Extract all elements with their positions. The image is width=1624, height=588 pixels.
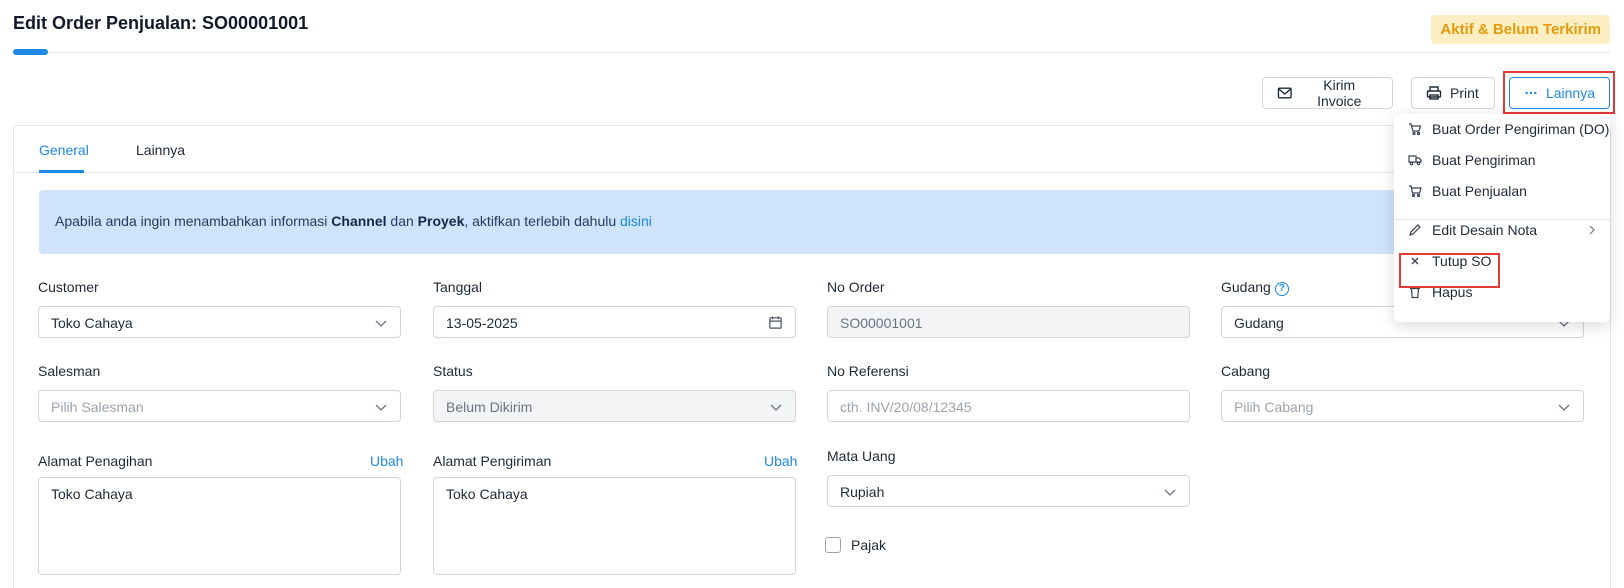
calendar-icon [769, 316, 782, 329]
no-order-label: No Order [827, 279, 885, 295]
info-text-suffix: , aktifkan terlebih dahulu [464, 213, 621, 229]
mata-uang-select[interactable]: Rupiah [827, 475, 1190, 507]
alamat-pengiriman-label: Alamat Pengiriman [433, 453, 552, 469]
lainnya-highlight-box [1503, 71, 1615, 114]
lainnya-dropdown-menu: Buat Order Pengiriman (DO) Buat Pengirim… [1394, 114, 1610, 322]
gudang-label-text: Gudang [1221, 279, 1271, 295]
active-tab-underline [39, 170, 84, 173]
chevron-down-icon [375, 404, 387, 411]
truck-cart-icon [1409, 123, 1422, 136]
pajak-label: Pajak [851, 537, 887, 553]
tanggal-label: Tanggal [433, 279, 483, 295]
no-referensi-input[interactable]: cth. INV/20/08/12345 [827, 390, 1190, 422]
menu-item-buat-pengiriman[interactable]: Buat Pengiriman [1394, 145, 1610, 175]
title-divider [13, 52, 1610, 53]
tab-bar: General Lainnya [14, 126, 1610, 173]
menu-item-buat-order-pengiriman[interactable]: Buat Order Pengiriman (DO) [1394, 114, 1610, 144]
ubah-pengiriman-link[interactable]: Ubah [764, 453, 797, 469]
tab-lainnya[interactable]: Lainnya [136, 142, 185, 158]
status-label: Status [433, 363, 473, 379]
alamat-pengiriman-value: Toko Cahaya [446, 486, 528, 502]
no-order-value: SO00001001 [840, 315, 923, 331]
customer-select[interactable]: Toko Cahaya [38, 306, 401, 338]
chevron-down-icon [1558, 404, 1570, 411]
tanggal-date-input[interactable]: 13-05-2025 [433, 306, 796, 338]
help-icon[interactable]: ? [1274, 282, 1289, 296]
status-badge: Aktif & Belum Terkirim [1431, 15, 1610, 44]
cart-icon [1409, 185, 1422, 198]
salesman-select[interactable]: Pilih Salesman [38, 390, 401, 422]
menu-item-label: Buat Order Pengiriman (DO) [1432, 121, 1610, 137]
salesman-placeholder: Pilih Salesman [51, 399, 144, 415]
info-text-and: dan [386, 213, 418, 229]
info-banner: Apabila anda ingin menambahkan informasi… [39, 190, 1587, 254]
cabang-label: Cabang [1221, 363, 1271, 379]
info-disini-link[interactable]: disini [620, 213, 652, 229]
page-title: Edit Order Penjualan: SO00001001 [13, 13, 309, 33]
customer-label: Customer [38, 279, 99, 295]
tanggal-value: 13-05-2025 [446, 315, 518, 331]
kirim-invoice-button[interactable]: Kirim Invoice [1262, 77, 1393, 109]
status-select: Belum Dikirim [433, 390, 796, 422]
tutup-so-highlight-box [1399, 253, 1500, 288]
kirim-invoice-label: Kirim Invoice [1317, 77, 1362, 109]
truck-icon [1408, 155, 1422, 166]
mata-uang-label: Mata Uang [827, 448, 896, 464]
no-referensi-placeholder: cth. INV/20/08/12345 [840, 399, 972, 415]
no-order-field: SO00001001 [827, 306, 1190, 338]
pencil-icon [1409, 224, 1421, 236]
printer-icon [1426, 86, 1442, 100]
mail-icon [1277, 87, 1292, 99]
alamat-penagihan-textarea[interactable]: Toko Cahaya [38, 477, 401, 575]
chevron-down-icon [375, 320, 387, 327]
menu-item-label: Buat Penjualan [1432, 183, 1527, 199]
tab-general[interactable]: General [39, 142, 89, 158]
pajak-checkbox[interactable] [825, 537, 841, 553]
print-label: Print [1450, 85, 1479, 101]
alamat-penagihan-value: Toko Cahaya [51, 486, 133, 502]
menu-item-buat-penjualan[interactable]: Buat Penjualan [1394, 176, 1610, 206]
salesman-label: Salesman [38, 363, 101, 379]
menu-item-label: Edit Desain Nota [1432, 222, 1538, 238]
cabang-placeholder: Pilih Cabang [1234, 399, 1314, 415]
chevron-right-icon [1589, 225, 1595, 235]
menu-item-edit-desain-nota[interactable]: Edit Desain Nota [1394, 215, 1610, 245]
ubah-penagihan-link[interactable]: Ubah [370, 453, 403, 469]
alamat-pengiriman-textarea[interactable]: Toko Cahaya [433, 477, 796, 575]
gudang-label: Gudang? [1221, 279, 1289, 296]
print-button[interactable]: Print [1411, 77, 1495, 109]
mata-uang-value: Rupiah [840, 484, 885, 500]
info-text-prefix: Apabila anda ingin menambahkan informasi [55, 213, 332, 229]
no-referensi-label: No Referensi [827, 363, 909, 379]
gudang-value: Gudang [1234, 315, 1284, 331]
cabang-select[interactable]: Pilih Cabang [1221, 390, 1584, 422]
customer-value: Toko Cahaya [51, 315, 133, 331]
progress-indicator [13, 49, 48, 55]
status-value: Belum Dikirim [446, 399, 533, 415]
menu-item-label: Buat Pengiriman [1432, 152, 1536, 168]
info-proyek: Proyek [417, 213, 465, 229]
chevron-down-icon [770, 404, 782, 411]
chevron-down-icon [1164, 489, 1176, 496]
info-channel: Channel [331, 213, 387, 229]
alamat-penagihan-label: Alamat Penagihan [38, 453, 153, 469]
